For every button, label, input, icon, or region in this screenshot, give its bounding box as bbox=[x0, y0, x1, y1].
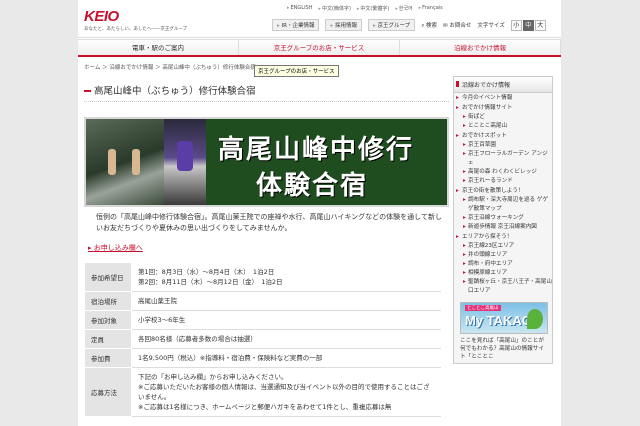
table-row: 宿泊場所 高尾山薬王院 bbox=[84, 290, 441, 311]
language-links: ENGLISH 中文(簡体字) 中文(繁體字) 한국어 Français bbox=[287, 5, 443, 12]
sidebar-item[interactable]: 調布・府中エリア bbox=[454, 260, 552, 269]
search-icon: ⌕ bbox=[421, 22, 425, 29]
page-title: 高尾山峰中（ぶちゅう）修行体験合宿 bbox=[84, 80, 449, 102]
mytakao-banner-title: My TAKAO bbox=[465, 313, 532, 328]
event-info-table: 参加希望日 第1回：8月3日（水）〜8月4日（木） 1泊2日 第2回：8月11日（木… bbox=[84, 262, 441, 417]
row-value-line: ※ご応募いただいたお客様の個人情報は、当選通知及び当イベント以外の目的で使用する… bbox=[138, 382, 430, 401]
sidebar-item[interactable]: 京王線23区エリア bbox=[454, 242, 552, 251]
row-value-line: 1名9,500円（税込）※指導料・宿泊費・保険料など実費の一部 bbox=[138, 353, 323, 362]
nav-shops[interactable]: 京王グループのお店・サービス bbox=[239, 40, 400, 55]
tagline: あなたと、あたらしい、あしたへ――京王グループ bbox=[84, 27, 188, 32]
group-link[interactable]: 京王グループ bbox=[368, 19, 416, 31]
search-link[interactable]: ⌕ 検索 bbox=[421, 21, 437, 30]
banner-figure bbox=[177, 141, 193, 171]
mytakao-description: ここを見れば「高尾山」のことが何でもわかる？高尾山の情報サイト「とことこ bbox=[460, 338, 544, 360]
banner-figure bbox=[108, 149, 116, 175]
nav-train[interactable]: 電車・駅のご案内 bbox=[78, 40, 239, 55]
lang-link[interactable]: 한국어 bbox=[395, 5, 413, 12]
row-label: 参加対象 bbox=[84, 309, 132, 330]
sidebar-item[interactable]: 京王沿線ウォーキング bbox=[454, 214, 552, 223]
sidebar-heading: 沿線おでかけ情報 bbox=[454, 77, 552, 93]
lang-link[interactable]: 中文(簡体字) bbox=[318, 5, 351, 12]
row-value: 第1回：8月3日（水）〜8月4日（木） 1泊2日 第2回：8月11日（木）〜8月1… bbox=[131, 262, 441, 292]
font-size-large[interactable]: 大 bbox=[534, 19, 546, 31]
row-value: 下記の「お申し込み欄」からお申し込みください。 ※ご応募いただいたお客様の個人情報… bbox=[131, 367, 441, 417]
banner-photo-waterfall bbox=[86, 119, 164, 205]
sidebar-item[interactable]: 高尾の森 わくわくビレッジ bbox=[454, 168, 552, 177]
sidebar-item[interactable]: 京王フローラルガーデン アンジェ bbox=[454, 150, 552, 168]
sidebar-menu: 今月のイベント情報おでかけ情報サイト街ぱどとことこ高尾山おでかけスポット京王百草… bbox=[454, 94, 552, 296]
mytakao-banner-small: とことこ高尾山 bbox=[465, 305, 501, 311]
main-content: 高尾山峰中（ぶちゅう）修行体験合宿 高尾山峰中修行 体験合宿 恒例の「高尾山峰中… bbox=[84, 74, 449, 417]
font-size-small[interactable]: 小 bbox=[510, 19, 522, 31]
sidebar-item[interactable]: 相模原線エリア bbox=[454, 269, 552, 278]
sidebar-section[interactable]: 京王の街を散策しよう！ bbox=[454, 187, 552, 196]
sidebar-item[interactable]: 井の頭線エリア bbox=[454, 251, 552, 260]
sidebar-item[interactable]: 京王れーるランド bbox=[454, 177, 552, 186]
keio-logo[interactable]: KEIO bbox=[84, 8, 119, 25]
table-row: 定員 各回80名様（応募者多数の場合は抽選） bbox=[84, 328, 441, 349]
row-label: 応募方法 bbox=[84, 366, 132, 417]
row-value-line: 第1回：8月3日（水）〜8月4日（木） 1泊2日 bbox=[138, 267, 275, 276]
table-row: 応募方法 下記の「お申し込み欄」からお申し込みください。 ※ご応募いただいたお客様の… bbox=[84, 366, 441, 417]
row-label: 参加希望日 bbox=[84, 262, 132, 292]
row-value: 各回80名様（応募者多数の場合は抽選） bbox=[131, 329, 441, 349]
lang-link[interactable]: 中文(繁體字) bbox=[357, 5, 389, 12]
row-value-line: 第2回：8月11日（木）〜8月12日（金） 1泊2日 bbox=[138, 277, 283, 286]
sidebar-item[interactable]: 新遊歩情報 京王沿線案内図 bbox=[454, 223, 552, 232]
table-row: 参加希望日 第1回：8月3日（水）〜8月4日（木） 1泊2日 第2回：8月11日（木… bbox=[84, 262, 441, 292]
intro-text: 恒例の「高尾山峰中修行体験合宿」。高尾山薬王院での座禅や水行、高尾山ハイキングな… bbox=[96, 213, 442, 232]
banner-title-line2: 体験合宿 bbox=[256, 171, 369, 201]
leaf-icon bbox=[527, 309, 543, 329]
banner-title-line1: 高尾山峰中修行 bbox=[218, 135, 415, 165]
event-banner: 高尾山峰中修行 体験合宿 bbox=[84, 117, 449, 207]
sidebar-section[interactable]: おでかけスポット bbox=[454, 132, 552, 141]
sidebar-item[interactable]: とことこ高尾山 bbox=[454, 122, 552, 131]
font-size-switcher: 小 中 大 bbox=[510, 19, 546, 31]
site-header: KEIO あなたと、あたらしい、あしたへ――京王グループ ENGLISH 中文(… bbox=[78, 0, 561, 38]
row-value-line: 小学校3〜6年生 bbox=[138, 315, 186, 324]
row-value-line: 下記の「お申し込み欄」からお申し込みください。 bbox=[138, 372, 288, 381]
sidebar-item[interactable]: 調布駅・深大寺周辺を巡る ゲゲゲ散策マップ bbox=[454, 196, 552, 214]
breadcrumb[interactable]: ホーム ＞ 沿線おでかけ情報 ＞ 高尾山峰中（ぶちゅう）修行体験合宿 bbox=[84, 63, 256, 71]
row-value: 高尾山薬王院 bbox=[131, 291, 441, 311]
sidebar: 沿線おでかけ情報 今月のイベント情報おでかけ情報サイト街ぱどとことこ高尾山おでか… bbox=[453, 76, 553, 364]
contact-link[interactable]: ✉ お問合せ bbox=[443, 21, 471, 29]
sidebar-section[interactable]: 今月のイベント情報 bbox=[454, 94, 552, 103]
lang-link[interactable]: Français bbox=[419, 5, 443, 12]
row-value-line: 高尾山薬王院 bbox=[138, 296, 177, 305]
sidebar-item[interactable]: 聖蹟桜ヶ丘・京王八王子・高尾山口エリア bbox=[454, 278, 552, 296]
banner-photo-monk bbox=[164, 119, 206, 205]
row-value: 小学校3〜6年生 bbox=[131, 310, 441, 330]
font-size-label: 文字サイズ bbox=[477, 23, 505, 29]
row-label: 参加費 bbox=[84, 347, 132, 368]
ir-link[interactable]: IR・企業情報 bbox=[272, 19, 320, 31]
font-size-medium[interactable]: 中 bbox=[522, 19, 534, 31]
recruit-link[interactable]: 採用情報 bbox=[325, 19, 362, 31]
sidebar-section[interactable]: エリアから探そう！ bbox=[454, 233, 552, 242]
banner-figure bbox=[132, 149, 140, 175]
nav-outings[interactable]: 沿線おでかけ情報 bbox=[400, 40, 561, 55]
sidebar-section[interactable]: おでかけ情報サイト bbox=[454, 104, 552, 113]
sidebar-item[interactable]: 京王百草園 bbox=[454, 141, 552, 150]
mytakao-banner[interactable]: とことこ高尾山 My TAKAO bbox=[460, 302, 548, 334]
table-row: 参加費 1名9,500円（税込）※指導料・宿泊費・保険料など実費の一部 bbox=[84, 347, 441, 368]
global-nav: 電車・駅のご案内 京王グループのお店・サービス 沿線おでかけ情報 bbox=[78, 39, 561, 57]
lang-link[interactable]: ENGLISH bbox=[287, 5, 313, 12]
row-label: 宿泊場所 bbox=[84, 290, 132, 311]
row-value-line: 各回80名様（応募者多数の場合は抽選） bbox=[138, 334, 257, 343]
row-value: 1名9,500円（税込）※指導料・宿泊費・保険料など実費の一部 bbox=[131, 348, 441, 368]
page: KEIO あなたと、あたらしい、あしたへ――京王グループ ENGLISH 中文(… bbox=[78, 0, 561, 426]
sidebar-item[interactable]: 街ぱど bbox=[454, 113, 552, 122]
table-row: 参加対象 小学校3〜6年生 bbox=[84, 309, 441, 330]
row-label: 定員 bbox=[84, 328, 132, 349]
utility-bar: IR・企業情報 採用情報 京王グループ ⌕ 検索 ✉ お問合せ 文字サイズ 小 … bbox=[272, 19, 546, 31]
row-value-line: ※ご応募は1名様につき、ホームページと郵便ハガキをあわせて1件とし、重複応募は無 bbox=[138, 402, 392, 411]
mail-icon: ✉ bbox=[443, 23, 448, 29]
apply-link[interactable]: お申し込み欄へ bbox=[84, 243, 449, 253]
